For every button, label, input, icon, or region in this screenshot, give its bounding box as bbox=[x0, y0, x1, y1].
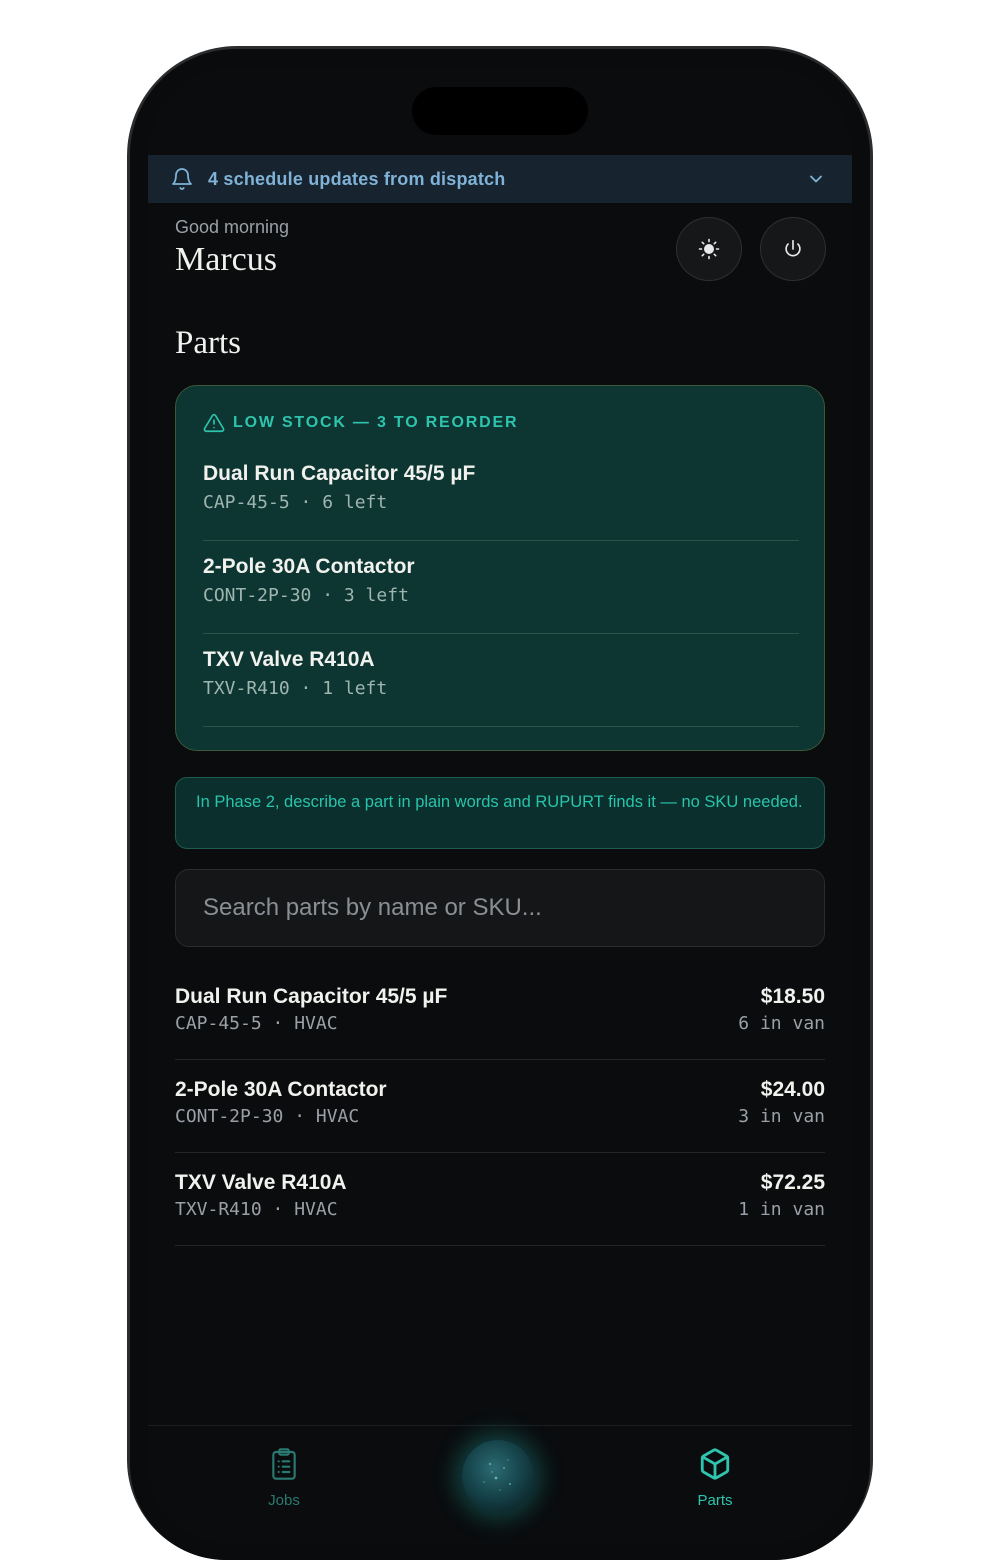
part-price: $18.50 bbox=[760, 985, 825, 1008]
app-screen: 4 schedule updates from dispatch Good mo… bbox=[148, 67, 852, 1544]
nav-label-jobs: Jobs bbox=[268, 1492, 300, 1509]
chevron-down-icon[interactable] bbox=[806, 169, 826, 189]
user-name: Marcus bbox=[175, 241, 277, 278]
phone-frame: 4 schedule updates from dispatch Good mo… bbox=[127, 46, 873, 1560]
part-price: $24.00 bbox=[760, 1078, 825, 1101]
low-stock-label: LOW STOCK — 3 TO REORDER bbox=[233, 414, 519, 431]
low-stock-item-meta: CONT-2P-30 · 3 left bbox=[203, 585, 409, 606]
low-stock-item-name: TXV Valve R410A bbox=[203, 648, 375, 671]
banner-text: 4 schedule updates from dispatch bbox=[208, 168, 506, 189]
part-quantity: 1 in van bbox=[738, 1199, 825, 1220]
part-name: 2-Pole 30A Contactor bbox=[175, 1078, 387, 1101]
bell-icon bbox=[172, 168, 192, 190]
part-quantity: 6 in van bbox=[738, 1013, 825, 1034]
low-stock-item-name: Dual Run Capacitor 45/5 µF bbox=[203, 462, 476, 485]
part-row[interactable]: Dual Run Capacitor 45/5 µF CAP-45-5 · HV… bbox=[175, 967, 825, 1060]
phone-bezel: 4 schedule updates from dispatch Good mo… bbox=[130, 49, 870, 1560]
low-stock-item[interactable]: Dual Run Capacitor 45/5 µF CAP-45-5 · 6 … bbox=[203, 448, 799, 541]
low-stock-item[interactable]: 2-Pole 30A Contactor CONT-2P-30 · 3 left bbox=[203, 541, 799, 634]
low-stock-item[interactable]: TXV Valve R410A TXV-R410 · 1 left bbox=[203, 634, 799, 727]
parts-search[interactable] bbox=[175, 869, 825, 947]
assistant-orb-icon bbox=[483, 1459, 512, 1491]
page-title: Parts bbox=[175, 325, 241, 361]
part-price: $72.25 bbox=[760, 1171, 825, 1194]
warning-icon bbox=[203, 413, 225, 433]
dispatch-updates-banner[interactable]: 4 schedule updates from dispatch bbox=[148, 155, 852, 203]
dynamic-island bbox=[412, 87, 588, 135]
part-name: TXV Valve R410A bbox=[175, 1171, 347, 1194]
bottom-nav: Jobs Parts bbox=[148, 1425, 852, 1544]
part-meta: CONT-2P-30 · HVAC bbox=[175, 1106, 360, 1127]
low-stock-item-name: 2-Pole 30A Contactor bbox=[203, 555, 415, 578]
low-stock-item-meta: CAP-45-5 · 6 left bbox=[203, 492, 388, 513]
low-stock-item-meta: TXV-R410 · 1 left bbox=[203, 678, 388, 699]
low-stock-card: LOW STOCK — 3 TO REORDER Dual Run Capaci… bbox=[175, 385, 825, 751]
low-stock-header: LOW STOCK — 3 TO REORDER bbox=[203, 412, 518, 434]
part-name: Dual Run Capacitor 45/5 µF bbox=[175, 985, 448, 1008]
theme-toggle-button[interactable] bbox=[676, 217, 742, 281]
part-meta: TXV-R410 · HVAC bbox=[175, 1199, 338, 1220]
assistant-orb-button[interactable] bbox=[460, 1438, 536, 1514]
part-row[interactable]: 2-Pole 30A Contactor CONT-2P-30 · HVAC $… bbox=[175, 1060, 825, 1153]
search-input[interactable] bbox=[176, 870, 824, 946]
part-meta: CAP-45-5 · HVAC bbox=[175, 1013, 338, 1034]
sun-icon bbox=[698, 238, 720, 260]
sign-out-button[interactable] bbox=[760, 217, 826, 281]
nav-label-parts: Parts bbox=[697, 1492, 733, 1509]
part-quantity: 3 in van bbox=[738, 1106, 825, 1127]
phase2-tip: In Phase 2, describe a part in plain wor… bbox=[175, 777, 825, 849]
greeting-salutation: Good morning bbox=[175, 217, 290, 237]
part-row[interactable]: TXV Valve R410A TXV-R410 · HVAC $72.25 1… bbox=[175, 1153, 825, 1246]
box-icon bbox=[700, 1448, 730, 1480]
nav-tab-parts[interactable]: Parts bbox=[655, 1446, 775, 1509]
clipboard-icon bbox=[272, 1448, 296, 1480]
nav-tab-jobs[interactable]: Jobs bbox=[224, 1446, 344, 1509]
power-icon bbox=[785, 239, 801, 257]
